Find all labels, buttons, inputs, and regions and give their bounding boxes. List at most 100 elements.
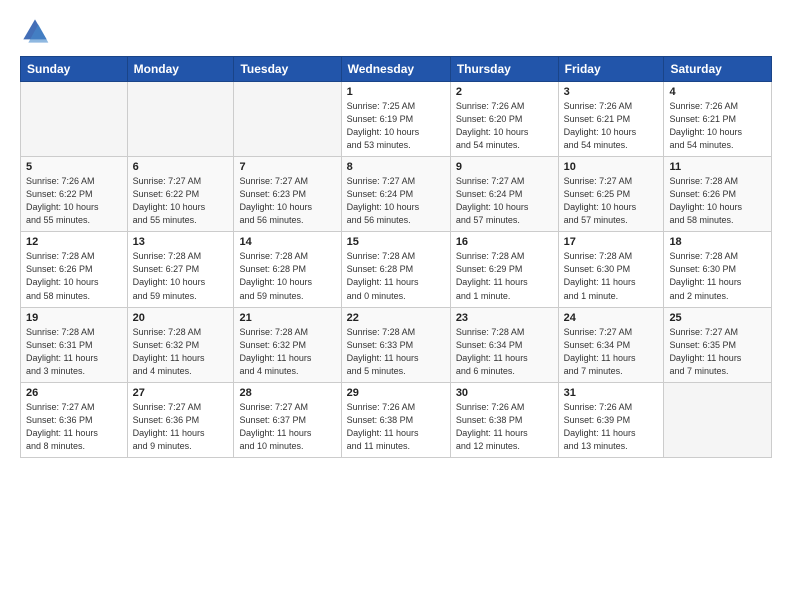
calendar-cell: 17 Sunrise: 7:28 AM Sunset: 6:30 PM Dayli… bbox=[558, 232, 664, 307]
day-number: 1 bbox=[347, 86, 445, 98]
day-number: 23 bbox=[456, 312, 553, 324]
calendar-cell: 29 Sunrise: 7:26 AM Sunset: 6:38 PM Dayli… bbox=[341, 382, 450, 457]
day-number: 31 bbox=[564, 387, 659, 399]
day-number: 30 bbox=[456, 387, 553, 399]
day-info: Sunrise: 7:27 AM Sunset: 6:24 PM Dayligh… bbox=[456, 175, 553, 227]
day-number: 5 bbox=[26, 161, 122, 173]
calendar-cell: 22 Sunrise: 7:28 AM Sunset: 6:33 PM Dayli… bbox=[341, 307, 450, 382]
day-number: 16 bbox=[456, 236, 553, 248]
day-info: Sunrise: 7:28 AM Sunset: 6:26 PM Dayligh… bbox=[26, 250, 122, 302]
day-info: Sunrise: 7:26 AM Sunset: 6:39 PM Dayligh… bbox=[564, 401, 659, 453]
day-info: Sunrise: 7:26 AM Sunset: 6:21 PM Dayligh… bbox=[669, 100, 766, 152]
calendar-cell: 6Sunrise: 7:27 AM Sunset: 6:22 PM Daylig… bbox=[127, 157, 234, 232]
calendar-table: SundayMondayTuesdayWednesdayThursdayFrid… bbox=[20, 56, 772, 458]
calendar-cell bbox=[21, 82, 128, 157]
day-info: Sunrise: 7:26 AM Sunset: 6:21 PM Dayligh… bbox=[564, 100, 659, 152]
weekday-header-monday: Monday bbox=[127, 57, 234, 82]
day-info: Sunrise: 7:27 AM Sunset: 6:34 PM Dayligh… bbox=[564, 326, 659, 378]
calendar-cell: 9 Sunrise: 7:27 AM Sunset: 6:24 PM Daylig… bbox=[450, 157, 558, 232]
calendar-cell: 20 Sunrise: 7:28 AM Sunset: 6:32 PM Dayli… bbox=[127, 307, 234, 382]
weekday-header-saturday: Saturday bbox=[664, 57, 772, 82]
day-info: Sunrise: 7:28 AM Sunset: 6:32 PM Dayligh… bbox=[239, 326, 335, 378]
calendar-cell bbox=[664, 382, 772, 457]
calendar-cell bbox=[234, 82, 341, 157]
day-info: Sunrise: 7:27 AM Sunset: 6:22 PM Dayligh… bbox=[133, 175, 229, 227]
day-info: Sunrise: 7:28 AM Sunset: 6:29 PM Dayligh… bbox=[456, 250, 553, 302]
day-number: 26 bbox=[26, 387, 122, 399]
calendar-week-row: 26Sunrise: 7:27 AM Sunset: 6:36 PM Dayli… bbox=[21, 382, 772, 457]
logo bbox=[20, 16, 54, 46]
day-info: Sunrise: 7:27 AM Sunset: 6:23 PM Dayligh… bbox=[239, 175, 335, 227]
day-number: 14 bbox=[239, 236, 335, 248]
calendar-cell: 23 Sunrise: 7:28 AM Sunset: 6:34 PM Dayli… bbox=[450, 307, 558, 382]
day-info: Sunrise: 7:26 AM Sunset: 6:38 PM Dayligh… bbox=[456, 401, 553, 453]
day-number: 29 bbox=[347, 387, 445, 399]
day-info: Sunrise: 7:28 AM Sunset: 6:28 PM Dayligh… bbox=[239, 250, 335, 302]
calendar-cell: 18 Sunrise: 7:28 AM Sunset: 6:30 PM Dayli… bbox=[664, 232, 772, 307]
calendar-cell: 28Sunrise: 7:27 AM Sunset: 6:37 PM Dayli… bbox=[234, 382, 341, 457]
calendar-cell: 27Sunrise: 7:27 AM Sunset: 6:36 PM Dayli… bbox=[127, 382, 234, 457]
day-number: 3 bbox=[564, 86, 659, 98]
day-number: 8 bbox=[347, 161, 445, 173]
calendar-cell: 10Sunrise: 7:27 AM Sunset: 6:25 PM Dayli… bbox=[558, 157, 664, 232]
header bbox=[20, 16, 772, 46]
weekday-header-wednesday: Wednesday bbox=[341, 57, 450, 82]
calendar-cell: 26Sunrise: 7:27 AM Sunset: 6:36 PM Dayli… bbox=[21, 382, 128, 457]
day-info: Sunrise: 7:28 AM Sunset: 6:31 PM Dayligh… bbox=[26, 326, 122, 378]
day-info: Sunrise: 7:25 AM Sunset: 6:19 PM Dayligh… bbox=[347, 100, 445, 152]
calendar-cell: 24 Sunrise: 7:27 AM Sunset: 6:34 PM Dayli… bbox=[558, 307, 664, 382]
day-info: Sunrise: 7:26 AM Sunset: 6:38 PM Dayligh… bbox=[347, 401, 445, 453]
calendar-cell: 12 Sunrise: 7:28 AM Sunset: 6:26 PM Dayli… bbox=[21, 232, 128, 307]
day-number: 20 bbox=[133, 312, 229, 324]
day-number: 2 bbox=[456, 86, 553, 98]
day-info: Sunrise: 7:27 AM Sunset: 6:37 PM Dayligh… bbox=[239, 401, 335, 453]
day-info: Sunrise: 7:27 AM Sunset: 6:25 PM Dayligh… bbox=[564, 175, 659, 227]
day-number: 19 bbox=[26, 312, 122, 324]
calendar-cell: 30 Sunrise: 7:26 AM Sunset: 6:38 PM Dayli… bbox=[450, 382, 558, 457]
day-info: Sunrise: 7:27 AM Sunset: 6:24 PM Dayligh… bbox=[347, 175, 445, 227]
weekday-header-thursday: Thursday bbox=[450, 57, 558, 82]
calendar-cell: 1 Sunrise: 7:25 AM Sunset: 6:19 PM Daylig… bbox=[341, 82, 450, 157]
calendar-cell: 25 Sunrise: 7:27 AM Sunset: 6:35 PM Dayli… bbox=[664, 307, 772, 382]
day-number: 24 bbox=[564, 312, 659, 324]
day-number: 21 bbox=[239, 312, 335, 324]
calendar-cell bbox=[127, 82, 234, 157]
day-number: 22 bbox=[347, 312, 445, 324]
day-number: 12 bbox=[26, 236, 122, 248]
day-info: Sunrise: 7:28 AM Sunset: 6:32 PM Dayligh… bbox=[133, 326, 229, 378]
calendar-cell: 2 Sunrise: 7:26 AM Sunset: 6:20 PM Daylig… bbox=[450, 82, 558, 157]
calendar-cell: 13 Sunrise: 7:28 AM Sunset: 6:27 PM Dayli… bbox=[127, 232, 234, 307]
calendar-cell: 31 Sunrise: 7:26 AM Sunset: 6:39 PM Dayli… bbox=[558, 382, 664, 457]
day-info: Sunrise: 7:28 AM Sunset: 6:33 PM Dayligh… bbox=[347, 326, 445, 378]
day-number: 9 bbox=[456, 161, 553, 173]
day-number: 15 bbox=[347, 236, 445, 248]
calendar-cell: 16 Sunrise: 7:28 AM Sunset: 6:29 PM Dayli… bbox=[450, 232, 558, 307]
page: SundayMondayTuesdayWednesdayThursdayFrid… bbox=[0, 0, 792, 612]
day-info: Sunrise: 7:28 AM Sunset: 6:26 PM Dayligh… bbox=[669, 175, 766, 227]
calendar-cell: 4Sunrise: 7:26 AM Sunset: 6:21 PM Daylig… bbox=[664, 82, 772, 157]
day-info: Sunrise: 7:26 AM Sunset: 6:22 PM Dayligh… bbox=[26, 175, 122, 227]
day-number: 18 bbox=[669, 236, 766, 248]
day-number: 13 bbox=[133, 236, 229, 248]
day-info: Sunrise: 7:26 AM Sunset: 6:20 PM Dayligh… bbox=[456, 100, 553, 152]
calendar-cell: 11 Sunrise: 7:28 AM Sunset: 6:26 PM Dayli… bbox=[664, 157, 772, 232]
day-number: 11 bbox=[669, 161, 766, 173]
calendar-week-row: 19 Sunrise: 7:28 AM Sunset: 6:31 PM Dayli… bbox=[21, 307, 772, 382]
day-info: Sunrise: 7:27 AM Sunset: 6:35 PM Dayligh… bbox=[669, 326, 766, 378]
day-number: 25 bbox=[669, 312, 766, 324]
day-info: Sunrise: 7:28 AM Sunset: 6:30 PM Dayligh… bbox=[669, 250, 766, 302]
day-info: Sunrise: 7:28 AM Sunset: 6:27 PM Dayligh… bbox=[133, 250, 229, 302]
day-info: Sunrise: 7:28 AM Sunset: 6:30 PM Dayligh… bbox=[564, 250, 659, 302]
day-number: 27 bbox=[133, 387, 229, 399]
day-number: 17 bbox=[564, 236, 659, 248]
day-number: 7 bbox=[239, 161, 335, 173]
day-info: Sunrise: 7:28 AM Sunset: 6:28 PM Dayligh… bbox=[347, 250, 445, 302]
weekday-header-sunday: Sunday bbox=[21, 57, 128, 82]
calendar-cell: 5 Sunrise: 7:26 AM Sunset: 6:22 PM Daylig… bbox=[21, 157, 128, 232]
calendar-cell: 7 Sunrise: 7:27 AM Sunset: 6:23 PM Daylig… bbox=[234, 157, 341, 232]
calendar-cell: 19 Sunrise: 7:28 AM Sunset: 6:31 PM Dayli… bbox=[21, 307, 128, 382]
calendar-week-row: 5 Sunrise: 7:26 AM Sunset: 6:22 PM Daylig… bbox=[21, 157, 772, 232]
day-info: Sunrise: 7:28 AM Sunset: 6:34 PM Dayligh… bbox=[456, 326, 553, 378]
calendar-header-row: SundayMondayTuesdayWednesdayThursdayFrid… bbox=[21, 57, 772, 82]
calendar-cell: 21 Sunrise: 7:28 AM Sunset: 6:32 PM Dayli… bbox=[234, 307, 341, 382]
